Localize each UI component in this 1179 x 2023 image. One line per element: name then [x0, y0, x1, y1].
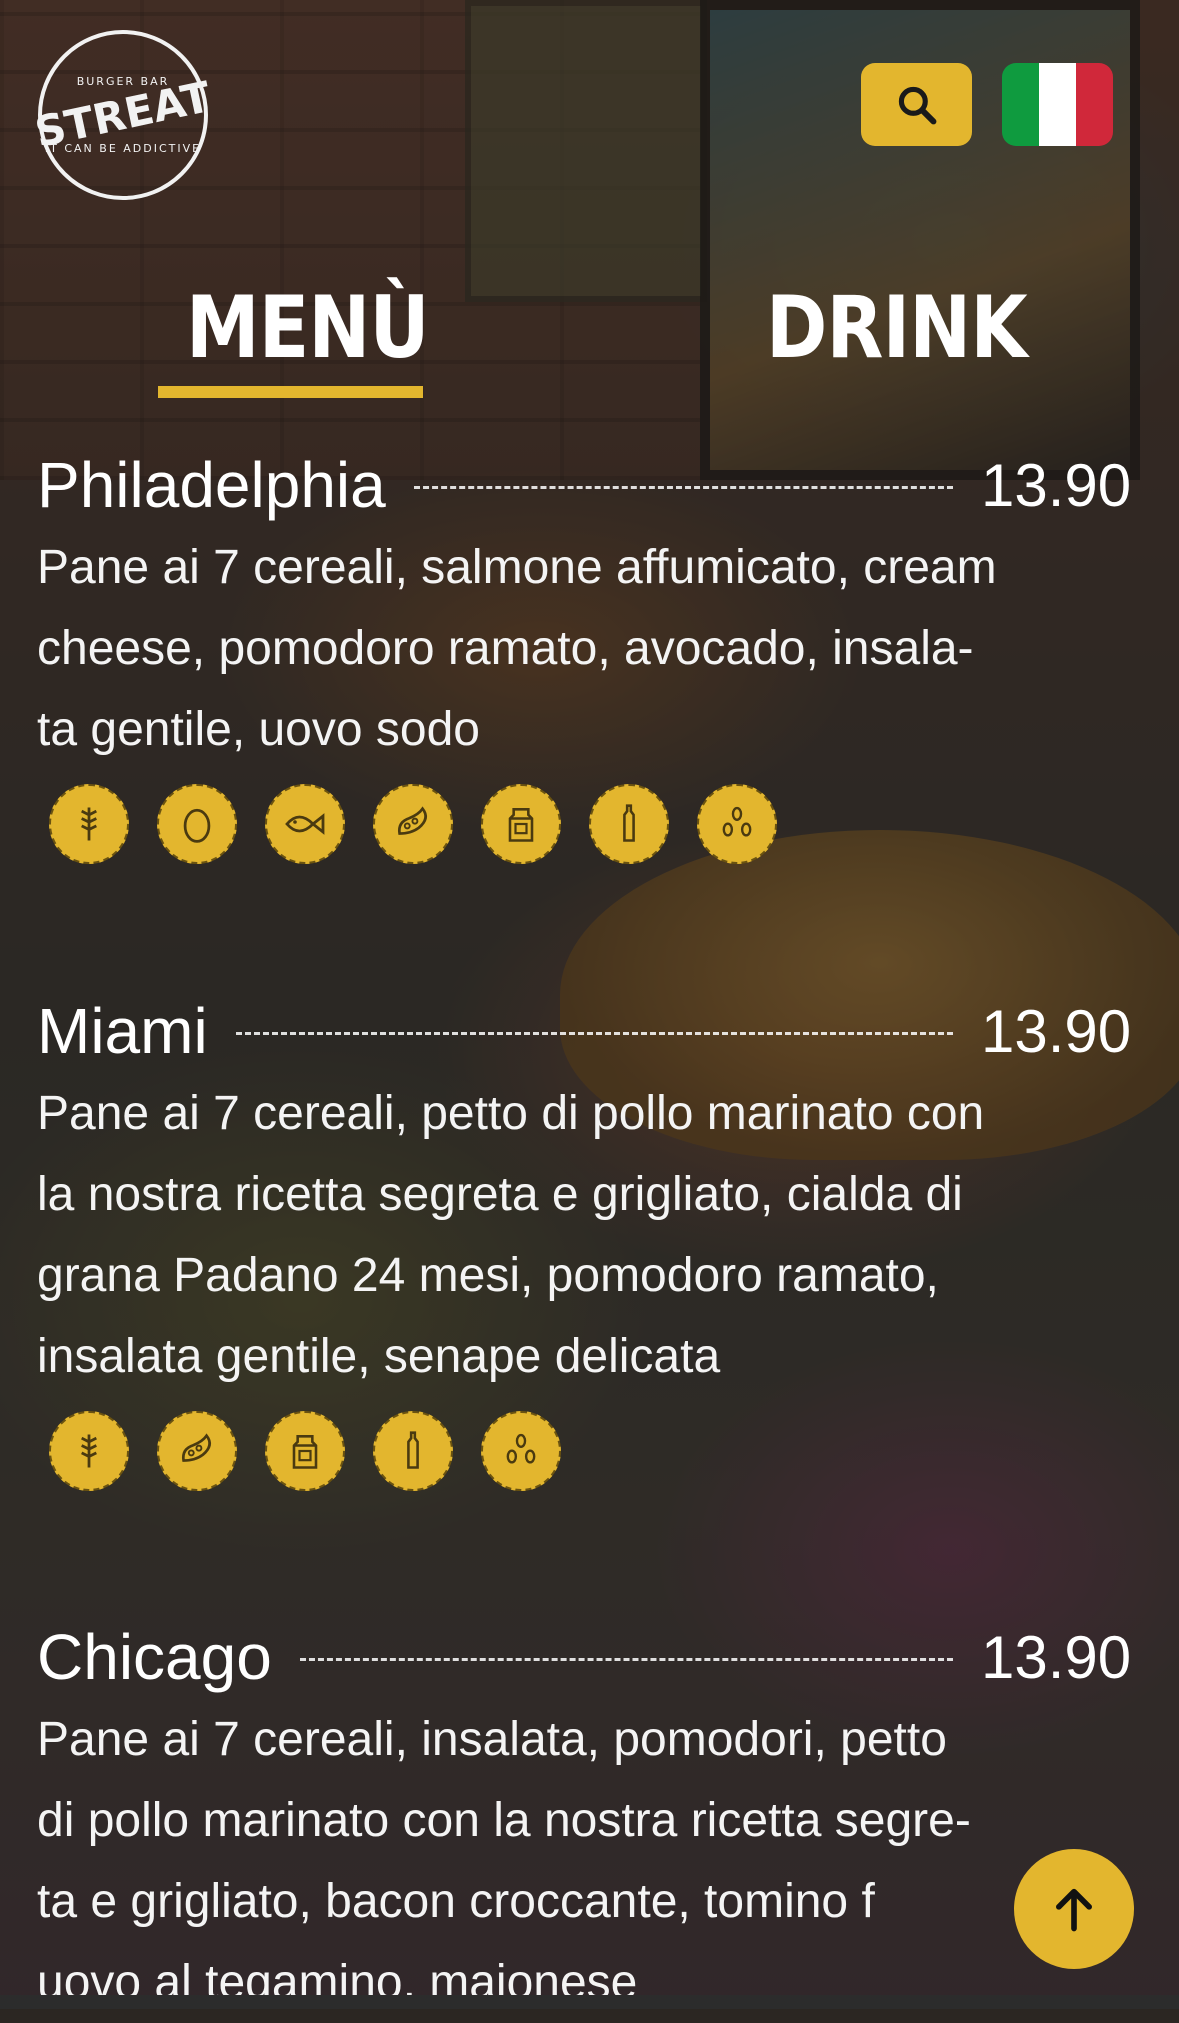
fish-icon — [265, 784, 345, 864]
bottom-bar — [0, 1995, 1179, 2009]
mustard-icon — [373, 1411, 453, 1491]
active-tab-indicator — [158, 386, 423, 398]
dotted-leader — [413, 485, 953, 489]
item-name: Chicago — [37, 1621, 272, 1693]
allergen-list — [37, 1411, 1147, 1491]
flag-green-stripe — [1002, 63, 1039, 146]
item-header: Miami 13.90 — [37, 991, 1147, 1071]
flag-red-stripe — [1076, 63, 1113, 146]
item-name: Miami — [37, 995, 208, 1067]
item-price: 13.90 — [981, 451, 1132, 519]
dotted-leader — [235, 1031, 953, 1035]
soy-icon — [157, 1411, 237, 1491]
allergen-list — [37, 784, 1147, 864]
item-price: 13.90 — [981, 997, 1132, 1065]
tab-drink[interactable]: DRINK — [766, 285, 1028, 371]
item-price: 13.90 — [981, 1623, 1132, 1691]
gluten-icon — [49, 784, 129, 864]
menu-item: Miami 13.90 Pane ai 7 cereali, petto di … — [37, 991, 1147, 1491]
mustard-icon — [589, 784, 669, 864]
item-description: Pane ai 7 cereali, insalata, pomodori, p… — [37, 1713, 971, 2009]
soy-icon — [373, 784, 453, 864]
brand-logo[interactable]: BURGER BAR STREAT IT CAN BE ADDICTIVE — [31, 30, 215, 200]
scroll-to-top-button[interactable] — [1014, 1849, 1134, 1969]
sesame-icon — [697, 784, 777, 864]
item-header: Philadelphia 13.90 — [37, 445, 1147, 525]
sesame-icon — [481, 1411, 561, 1491]
search-icon — [898, 86, 936, 124]
item-header: Chicago 13.90 — [37, 1617, 1147, 1697]
item-description: Pane ai 7 cereali, petto di pollo marina… — [37, 1087, 985, 1383]
milk-icon — [265, 1411, 345, 1491]
arrow-up-icon — [1056, 1888, 1092, 1932]
flag-white-stripe — [1039, 63, 1076, 146]
gluten-icon — [49, 1411, 129, 1491]
search-button[interactable] — [861, 63, 972, 146]
menu-item: Chicago 13.90 Pane ai 7 cereali, insalat… — [37, 1617, 1147, 2023]
milk-icon — [481, 784, 561, 864]
tab-menu[interactable]: MENÙ — [186, 285, 430, 371]
menu-item: Philadelphia 13.90 Pane ai 7 cereali, sa… — [37, 445, 1147, 864]
item-description: Pane ai 7 cereali, salmone affumicato, c… — [37, 541, 997, 756]
egg-icon — [157, 784, 237, 864]
item-name: Philadelphia — [37, 449, 386, 521]
dotted-leader — [299, 1657, 953, 1661]
language-flag-button[interactable] — [1002, 63, 1113, 146]
